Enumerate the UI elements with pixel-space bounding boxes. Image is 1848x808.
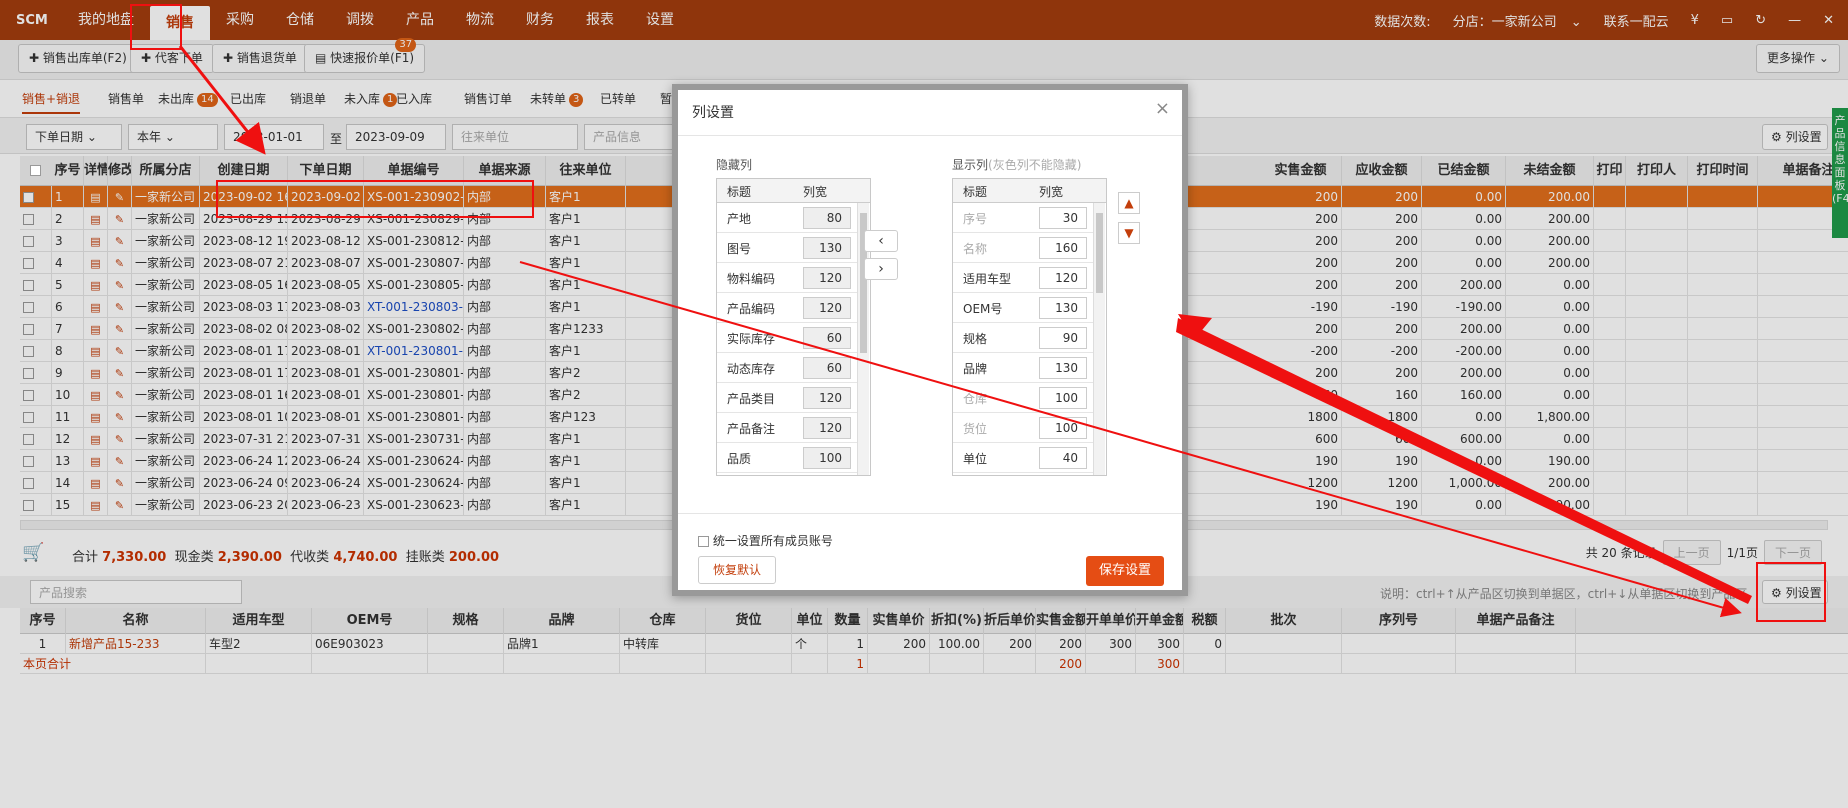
arrow-up-icon: ▲ [1124, 196, 1134, 210]
scroll-thumb[interactable] [1096, 213, 1103, 293]
shown-columns-list: 标题 列宽 序号 30 名称 160 适用车型 120 OEM号 130 规格 90 品牌 130 仓库 1… [952, 178, 1107, 476]
annotation-box-col-settings [1756, 562, 1826, 622]
dialog-close-icon[interactable]: × [1155, 98, 1170, 119]
column-width-input[interactable]: 60 [803, 327, 851, 349]
column-title: 货位 [963, 422, 988, 436]
column-width-input[interactable]: 120 [803, 297, 851, 319]
column-title: 品牌 [963, 362, 988, 376]
column-item[interactable]: 名称 160 [953, 233, 1093, 263]
column-title: 产品备注 [727, 422, 776, 436]
column-title: 名称 [963, 242, 988, 256]
column-title: 图号 [727, 242, 752, 256]
column-item[interactable]: 物料编码 120 [717, 263, 857, 293]
column-width-input[interactable]: 80 [803, 207, 851, 229]
column-width-input[interactable]: 160 [1039, 237, 1087, 259]
column-title: 动态库存 [727, 362, 776, 376]
column-title: 规格 [963, 332, 988, 346]
column-width-input[interactable]: 120 [1039, 267, 1087, 289]
select-all-checkbox[interactable] [30, 165, 41, 176]
title-col-header: 标题 [963, 185, 988, 199]
column-width-input[interactable]: 90 [1039, 327, 1087, 349]
column-width-input[interactable]: 130 [1039, 357, 1087, 379]
column-item[interactable]: 仓库 100 [953, 383, 1093, 413]
column-item[interactable]: 动态库存 60 [717, 353, 857, 383]
column-title: 品质 [727, 452, 752, 466]
move-right-button[interactable]: › [864, 258, 898, 280]
checkbox-icon[interactable] [698, 536, 709, 547]
move-left-button[interactable]: ‹ [864, 230, 898, 252]
column-item[interactable]: 序号 30 [953, 203, 1093, 233]
chevron-right-icon: › [878, 261, 884, 277]
column-title: 物料编码 [727, 272, 776, 286]
column-title: 序号 [963, 212, 988, 226]
width-col-header: 列宽 [1039, 185, 1064, 199]
chevron-left-icon: ‹ [878, 233, 884, 249]
title-col-header: 标题 [727, 185, 752, 199]
dialog-title: 列设置 [678, 90, 1182, 136]
dialog-divider [678, 513, 1182, 514]
column-width-input[interactable]: 100 [803, 447, 851, 469]
unify-checkbox[interactable]: 统一设置所有成员账号 [698, 532, 833, 549]
column-item[interactable]: 适用车型 120 [953, 263, 1093, 293]
column-width-input[interactable]: 120 [803, 387, 851, 409]
hidden-columns-list: 标题 列宽 产地 80 图号 130 物料编码 120 产品编码 120 实际库存 60 动态库存 60… [716, 178, 871, 476]
column-item[interactable]: 品牌 130 [953, 353, 1093, 383]
column-item[interactable]: 产品备注 120 [717, 413, 857, 443]
column-item[interactable]: 产品编码 120 [717, 293, 857, 323]
column-width-input[interactable]: 130 [803, 237, 851, 259]
shown-columns-label: 显示列(灰色列不能隐藏) [952, 158, 1082, 172]
column-width-input[interactable]: 120 [803, 267, 851, 289]
reset-default-button[interactable]: 恢复默认 [698, 556, 776, 584]
column-width-input[interactable]: 100 [1039, 417, 1087, 439]
column-item[interactable]: OEM号 130 [953, 293, 1093, 323]
column-width-input[interactable]: 40 [1039, 447, 1087, 469]
column-title: 适用车型 [963, 272, 1012, 286]
column-item[interactable]: 产品类目 120 [717, 383, 857, 413]
column-title: 单位 [963, 452, 988, 466]
annotation-box-row [216, 180, 534, 218]
column-settings-dialog: 列设置 × 隐藏列 显示列(灰色列不能隐藏) 标题 列宽 产地 80 图号 130 物料编… [672, 84, 1188, 596]
column-item[interactable]: 产地 80 [717, 203, 857, 233]
column-width-input[interactable]: 130 [1039, 297, 1087, 319]
column-width-input[interactable]: 60 [803, 357, 851, 379]
column-item[interactable]: 图号 130 [717, 233, 857, 263]
move-down-button[interactable]: ▼ [1118, 222, 1140, 244]
annotation-box-sales-tab [130, 4, 182, 50]
column-item[interactable]: 品质 100 [717, 443, 857, 473]
column-item[interactable]: 货位 100 [953, 413, 1093, 443]
column-item[interactable]: 单位 40 [953, 443, 1093, 473]
width-col-header: 列宽 [803, 185, 828, 199]
column-width-input[interactable]: 30 [1039, 207, 1087, 229]
column-title: 仓库 [963, 392, 988, 406]
column-width-input[interactable]: 100 [1039, 387, 1087, 409]
move-up-button[interactable]: ▲ [1118, 192, 1140, 214]
column-title: OEM号 [963, 302, 1003, 316]
column-title: 产品类目 [727, 392, 776, 406]
save-settings-button[interactable]: 保存设置 [1086, 556, 1164, 586]
column-title: 实际库存 [727, 332, 776, 346]
column-title: 产地 [727, 212, 752, 226]
column-title: 产品编码 [727, 302, 776, 316]
arrow-down-icon: ▼ [1124, 226, 1134, 240]
shown-list-scrollbar[interactable] [1093, 203, 1105, 475]
hidden-columns-label: 隐藏列 [716, 158, 753, 172]
column-item[interactable]: 实际库存 60 [717, 323, 857, 353]
column-item[interactable]: 规格 90 [953, 323, 1093, 353]
column-width-input[interactable]: 120 [803, 417, 851, 439]
